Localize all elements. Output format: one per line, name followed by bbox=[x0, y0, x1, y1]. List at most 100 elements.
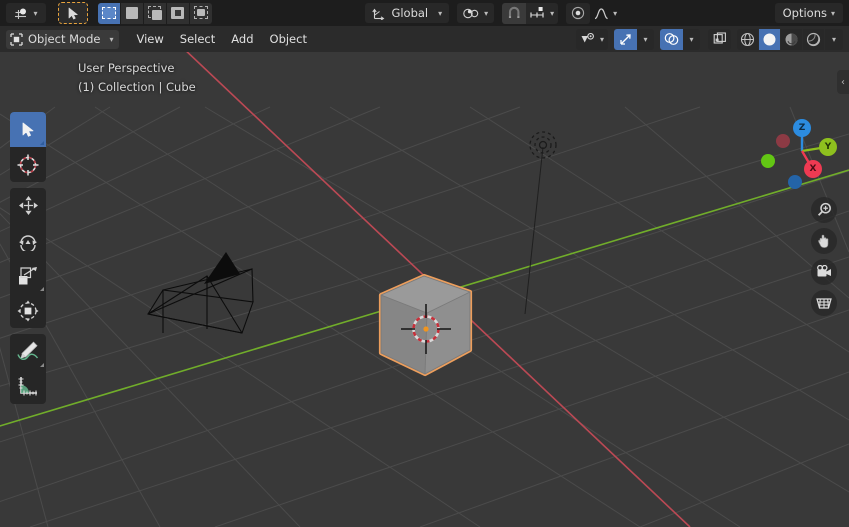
editor-type-icon bbox=[14, 7, 29, 20]
proportional-editing-group: ▾ bbox=[566, 3, 621, 24]
tool-move[interactable] bbox=[10, 188, 46, 223]
select-mode-intersect[interactable] bbox=[190, 3, 212, 24]
mode-label: Object Mode bbox=[28, 32, 100, 46]
viewport-scene bbox=[0, 52, 849, 527]
chevron-down-icon: ▾ bbox=[832, 35, 836, 44]
tool-annotate[interactable] bbox=[10, 334, 46, 369]
show-gizmo-toggle[interactable] bbox=[614, 29, 637, 50]
viewport-toolbar bbox=[10, 112, 46, 410]
toggle-xray-button[interactable] bbox=[708, 29, 731, 50]
object-visibility-icon bbox=[580, 33, 596, 46]
tool-rotate[interactable] bbox=[10, 223, 46, 258]
chevron-down-icon: ▾ bbox=[550, 9, 554, 18]
smooth-falloff-icon bbox=[594, 7, 609, 20]
chevron-down-icon: ▾ bbox=[831, 9, 835, 18]
editor-type-selector[interactable]: ▾ bbox=[6, 3, 46, 23]
object-mode-icon bbox=[10, 33, 23, 46]
proportional-edit-toggle[interactable] bbox=[566, 3, 590, 24]
snap-target-selector[interactable]: ▾ bbox=[526, 3, 558, 24]
shading-options[interactable]: ▾ bbox=[825, 29, 843, 50]
gizmo-axis-z[interactable]: Z bbox=[793, 119, 811, 137]
tool-scale[interactable] bbox=[10, 258, 46, 293]
nav-camera-button[interactable] bbox=[809, 256, 839, 287]
select-intersect-icon bbox=[193, 6, 209, 20]
mode-selector[interactable]: Object Mode ▾ bbox=[6, 30, 119, 49]
gizmo-axis-neg-z[interactable] bbox=[788, 175, 802, 189]
pivot-point-icon bbox=[463, 7, 480, 20]
navigation-axis-gizmo[interactable]: Z Y X bbox=[755, 110, 841, 196]
nav-zoom-button[interactable] bbox=[809, 194, 839, 225]
select-mode-invert[interactable] bbox=[167, 3, 189, 24]
transform-icon bbox=[17, 300, 39, 322]
menu-add[interactable]: Add bbox=[223, 29, 261, 49]
object-visibility-selector[interactable]: ▾ bbox=[576, 29, 608, 50]
gizmo-axis-y[interactable]: Y bbox=[819, 138, 837, 156]
select-subtract-icon bbox=[147, 6, 163, 20]
viewport-scene-label: (1) Collection | Cube bbox=[78, 80, 196, 94]
tool-tweak[interactable] bbox=[10, 112, 46, 147]
overlays-group: ▾ bbox=[660, 29, 700, 50]
pan-hand-icon bbox=[817, 233, 832, 249]
nav-pan-button[interactable] bbox=[809, 225, 839, 256]
snap-magnet-icon bbox=[507, 6, 522, 20]
shading-mode-group: ▾ bbox=[737, 29, 843, 50]
gizmo-group: ▾ bbox=[614, 29, 654, 50]
tool-submenu-indicator bbox=[40, 287, 44, 291]
shading-wireframe[interactable] bbox=[737, 29, 758, 50]
toolbar-group-transform bbox=[10, 188, 46, 328]
tool-measure[interactable] bbox=[10, 369, 46, 404]
nav-ortho-button[interactable] bbox=[809, 287, 839, 318]
overlays-options[interactable]: ▾ bbox=[683, 29, 700, 50]
options-label: Options bbox=[783, 6, 827, 20]
sidebar-toggle[interactable]: ‹ bbox=[837, 70, 849, 94]
tool-cursor[interactable] bbox=[10, 147, 46, 182]
annotate-pencil-icon bbox=[16, 341, 40, 363]
menu-object[interactable]: Object bbox=[262, 29, 315, 49]
menu-view[interactable]: View bbox=[128, 29, 171, 49]
shading-solid[interactable] bbox=[759, 29, 780, 50]
tool-transform[interactable] bbox=[10, 293, 46, 328]
blender-window: ▾ bbox=[0, 0, 849, 527]
gizmo-axis-neg-y[interactable] bbox=[761, 154, 775, 168]
shading-solid-icon bbox=[762, 32, 777, 47]
shading-rendered-icon bbox=[806, 32, 821, 47]
snap-toggle-button[interactable] bbox=[502, 3, 526, 24]
proportional-falloff-selector[interactable]: ▾ bbox=[590, 3, 621, 24]
zoom-magnifier-icon bbox=[817, 202, 832, 217]
chevron-down-icon: ▾ bbox=[600, 35, 604, 44]
chevron-down-icon: ▾ bbox=[33, 9, 37, 18]
topbar: ▾ bbox=[0, 0, 849, 26]
select-mode-subtract[interactable] bbox=[144, 3, 166, 24]
chevron-down-icon: ▾ bbox=[109, 35, 113, 44]
options-dropdown[interactable]: Options ▾ bbox=[775, 3, 843, 23]
tweak-tool-button[interactable] bbox=[58, 2, 88, 24]
gizmo-axis-x[interactable]: X bbox=[804, 160, 822, 178]
chevron-left-icon: ‹ bbox=[841, 77, 845, 88]
measure-ruler-icon bbox=[16, 375, 40, 398]
select-mode-new[interactable] bbox=[98, 3, 120, 24]
pivot-point-selector[interactable]: ▾ bbox=[457, 3, 494, 23]
show-overlays-icon bbox=[664, 32, 679, 46]
camera-object[interactable] bbox=[148, 252, 253, 333]
orientation-label: Global bbox=[391, 6, 428, 20]
toggle-xray-icon bbox=[713, 32, 727, 46]
cube-object[interactable] bbox=[381, 276, 470, 374]
menu-select[interactable]: Select bbox=[172, 29, 223, 49]
shading-material[interactable] bbox=[781, 29, 802, 50]
chevron-down-icon: ▾ bbox=[689, 35, 693, 44]
show-overlays-toggle[interactable] bbox=[660, 29, 683, 50]
select-invert-icon bbox=[170, 6, 186, 20]
viewport-perspective-label: User Perspective bbox=[78, 61, 174, 75]
select-new-icon bbox=[101, 6, 117, 20]
select-mode-extend[interactable] bbox=[121, 3, 143, 24]
tool-submenu-indicator bbox=[40, 141, 44, 145]
chevron-down-icon: ▾ bbox=[613, 9, 617, 18]
toolbar-group-select bbox=[10, 112, 46, 182]
shading-rendered[interactable] bbox=[803, 29, 824, 50]
viewport-3d[interactable]: User Perspective (1) Collection | Cube bbox=[0, 52, 849, 527]
transform-orientation-selector[interactable]: Global ▾ bbox=[365, 3, 449, 23]
scale-icon bbox=[18, 266, 38, 286]
gizmo-options[interactable]: ▾ bbox=[637, 29, 654, 50]
gizmo-axis-neg-x[interactable] bbox=[776, 134, 790, 148]
proportional-edit-icon bbox=[571, 6, 585, 20]
